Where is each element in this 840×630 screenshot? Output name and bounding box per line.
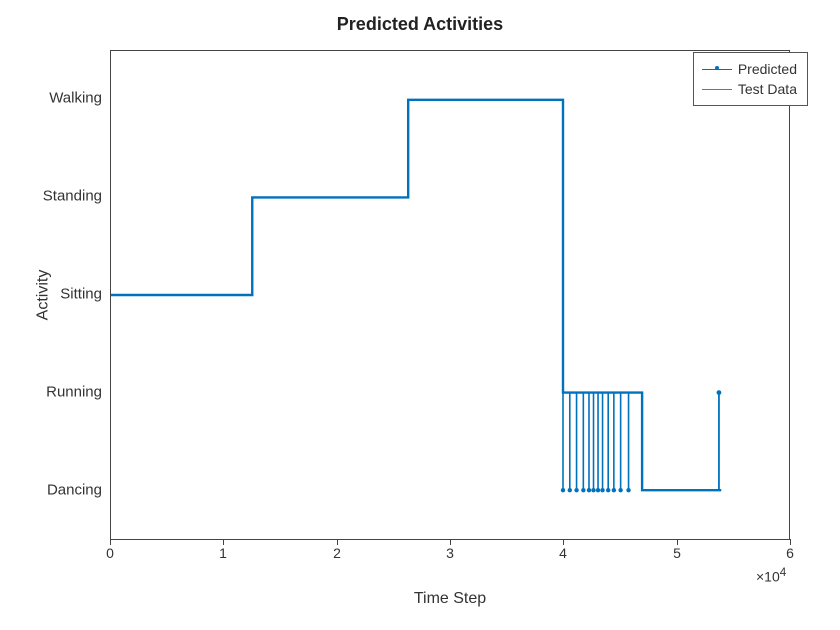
legend-entry-testdata: Test Data — [702, 79, 797, 99]
x-tick-label: 2 — [333, 545, 341, 561]
chart-title: Predicted Activities — [0, 14, 840, 35]
x-tick — [790, 539, 791, 545]
plot-svg — [111, 51, 789, 539]
legend-swatch — [702, 82, 732, 96]
y-tick-label: Running — [32, 384, 102, 401]
y-tick-label: Standing — [32, 188, 102, 205]
x-tick-label: 1 — [219, 545, 227, 561]
legend-label: Test Data — [738, 81, 797, 97]
x-tick-label: 0 — [106, 545, 114, 561]
chart-figure: Predicted Activities Activity Time Step … — [0, 0, 840, 630]
legend-swatch — [702, 62, 732, 76]
y-tick-label: Walking — [32, 90, 102, 107]
x-tick-label: 5 — [673, 545, 681, 561]
y-tick-label: Dancing — [32, 482, 102, 499]
legend-label: Predicted — [738, 61, 797, 77]
x-axis-exponent: ×104 — [756, 566, 786, 585]
plot-area — [110, 50, 790, 540]
legend: Predicted Test Data — [693, 52, 808, 106]
x-axis-label: Time Step — [110, 590, 790, 608]
x-tick-label: 4 — [559, 545, 567, 561]
x-tick-label: 6 — [786, 545, 794, 561]
y-tick-label: Sitting — [32, 286, 102, 303]
legend-entry-predicted: Predicted — [702, 59, 797, 79]
x-tick-label: 3 — [446, 545, 454, 561]
